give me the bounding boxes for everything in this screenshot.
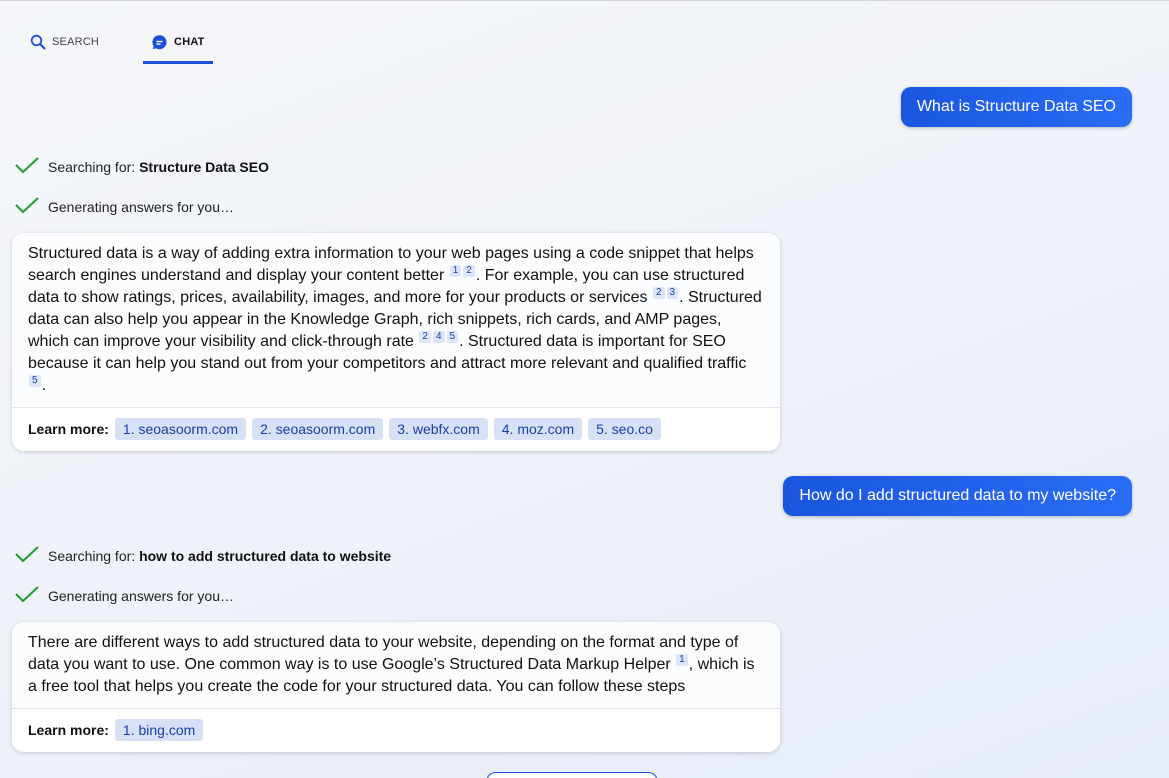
status-search-prefix: Searching for: (48, 158, 140, 175)
status-searching: Searching for: how to add structured dat… (14, 544, 391, 567)
status-search-query: Structure Data SEO (139, 158, 269, 175)
citation[interactable]: 1 (676, 654, 688, 666)
tab-chat[interactable]: CHAT (143, 23, 213, 64)
source-link[interactable]: 4. moz.com (493, 418, 583, 440)
answer-segment: . (41, 377, 47, 394)
citation[interactable]: 4 (432, 331, 445, 343)
mode-tabs: SEARCH CHAT (22, 23, 213, 65)
learn-more-bar: Learn more: 1. seoasoorm.com 2. seoasoor… (12, 407, 780, 451)
source-link[interactable]: 1. bing.com (114, 719, 204, 741)
status-searching: Searching for: Structure Data SEO (14, 155, 269, 178)
answer-text: There are different ways to add structur… (12, 622, 780, 708)
citation[interactable]: 2 (652, 287, 665, 299)
checkmark-icon (14, 195, 40, 218)
learn-more-bar: Learn more: 1. bing.com (12, 708, 780, 752)
citation[interactable]: 5 (446, 331, 459, 343)
citation[interactable]: 1 (449, 265, 462, 277)
status-generating: Generating answers for you… (14, 195, 234, 218)
status-search-query: how to add structured data to website (139, 547, 392, 564)
chat-icon (151, 34, 168, 51)
status-generating-text: Generating answers for you… (48, 587, 234, 604)
source-link[interactable]: 3. webfx.com (389, 418, 488, 440)
learn-more-label: Learn more: (28, 421, 109, 437)
answer-card: Structured data is a way of adding extra… (12, 233, 780, 451)
tab-search-label: SEARCH (52, 36, 100, 48)
user-message: What is Structure Data SEO (900, 87, 1132, 127)
answer-card: There are different ways to add structur… (12, 622, 780, 752)
stop-responding-button[interactable] (486, 772, 658, 778)
source-link[interactable]: 5. seo.co (588, 418, 661, 440)
tab-search[interactable]: SEARCH (22, 23, 107, 61)
search-icon (30, 34, 46, 50)
source-link[interactable]: 1. seoasoorm.com (114, 418, 247, 440)
citation[interactable]: 3 (666, 287, 679, 299)
checkmark-icon (14, 584, 40, 607)
learn-more-label: Learn more: (28, 722, 109, 738)
checkmark-icon (14, 544, 40, 567)
tab-chat-label: CHAT (174, 36, 205, 48)
citation[interactable]: 2 (419, 331, 431, 343)
status-generating: Generating answers for you… (14, 584, 234, 607)
answer-text: Structured data is a way of adding extra… (12, 233, 780, 407)
citation[interactable]: 5 (29, 375, 41, 387)
user-message: How do I add structured data to my websi… (783, 476, 1132, 516)
checkmark-icon (14, 155, 40, 178)
status-generating-text: Generating answers for you… (48, 198, 234, 215)
citation[interactable]: 2 (463, 265, 475, 277)
source-link[interactable]: 2. seoasoorm.com (252, 418, 384, 440)
answer-segment: There are different ways to add structur… (28, 634, 739, 673)
status-search-prefix: Searching for: (48, 547, 140, 564)
